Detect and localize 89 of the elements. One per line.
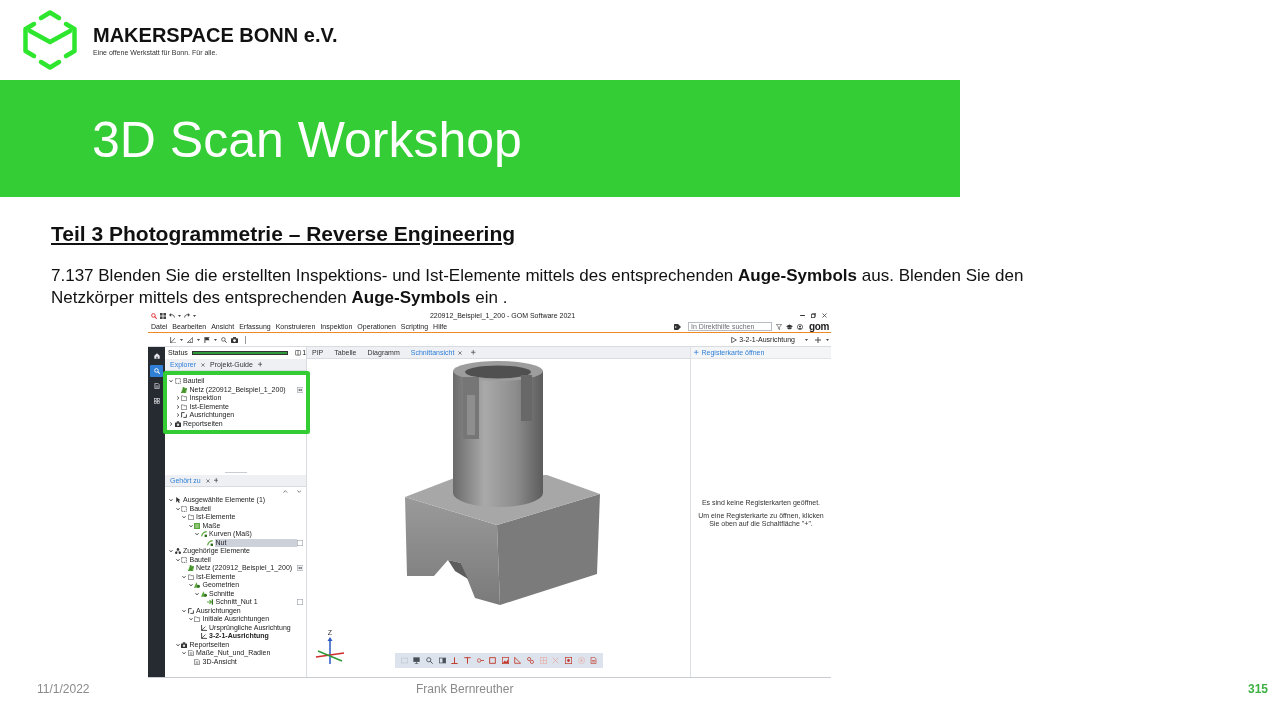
bracket-icon — [181, 412, 187, 419]
eye-icon[interactable] — [296, 565, 303, 572]
chevron-down-icon[interactable] — [188, 583, 193, 588]
caret-down-icon[interactable] — [180, 338, 183, 341]
split-square-icon[interactable] — [438, 657, 446, 664]
plus-icon[interactable] — [815, 336, 821, 343]
add-tab-icon[interactable] — [213, 478, 219, 483]
link-icon[interactable] — [527, 657, 535, 664]
chevron-up-icon[interactable] — [283, 490, 288, 493]
chevron-down-icon[interactable] — [175, 557, 180, 562]
camera-icon — [174, 420, 181, 427]
chevron-right-icon[interactable] — [169, 421, 173, 426]
arrow-icon — [207, 599, 213, 606]
logo-icon — [22, 9, 78, 71]
cursor-icon — [174, 497, 181, 504]
tag-icon[interactable] — [674, 323, 682, 330]
caret-down-icon[interactable] — [214, 338, 217, 341]
visibility-checkbox[interactable] — [297, 599, 303, 606]
chevron-right-icon[interactable] — [175, 413, 180, 418]
panel-icon[interactable] — [294, 350, 301, 356]
caret-down-icon[interactable] — [193, 314, 196, 317]
square-icon[interactable] — [489, 657, 497, 664]
magnifier-icon[interactable] — [221, 336, 227, 343]
caret-down-icon[interactable] — [197, 338, 200, 341]
document-icon[interactable] — [590, 657, 598, 664]
search-icon[interactable] — [151, 312, 157, 319]
page-number: 315 — [1247, 682, 1268, 696]
brand-logo: gom — [809, 321, 829, 332]
author-label: Frank Bernreuther — [416, 682, 515, 696]
alignment-icon — [731, 336, 738, 343]
caret-down-icon[interactable] — [826, 338, 829, 341]
close-icon[interactable] — [458, 350, 463, 355]
dotted-square-icon[interactable] — [564, 657, 572, 664]
section-heading: Teil 3 Photogrammetrie – Reverse Engineering — [51, 222, 516, 246]
pointer-icon[interactable] — [170, 336, 176, 343]
camera-icon — [181, 641, 187, 648]
slide-title: 3D Scan Workshop — [92, 110, 522, 169]
visibility-checkbox[interactable] — [297, 539, 303, 546]
minimize-icon[interactable] — [800, 314, 805, 317]
measure-icon[interactable] — [187, 336, 193, 343]
close-icon[interactable] — [822, 313, 827, 318]
mesh-icon — [187, 565, 194, 572]
axes-icon — [200, 633, 207, 640]
triangle-icon[interactable] — [514, 657, 522, 664]
axis-triad-icon — [315, 637, 345, 664]
perpendicular-icon[interactable] — [451, 657, 459, 664]
ruler-icon — [194, 522, 200, 529]
chevron-right-icon[interactable] — [175, 396, 180, 401]
folder-icon — [187, 514, 194, 521]
chevron-down-icon[interactable] — [296, 490, 301, 493]
folder-icon — [187, 573, 194, 580]
close-icon[interactable] — [201, 362, 206, 367]
camera-icon[interactable] — [231, 336, 238, 343]
grid-icon[interactable] — [153, 398, 160, 404]
restore-icon[interactable] — [811, 313, 816, 318]
tee-icon[interactable] — [463, 657, 471, 664]
caret-down-icon — [805, 338, 808, 341]
redo-icon[interactable] — [184, 313, 190, 318]
caret-down-icon[interactable] — [178, 314, 181, 317]
chevron-down-icon[interactable] — [188, 523, 193, 528]
magnifier-icon[interactable] — [426, 657, 434, 664]
monitor-icon[interactable] — [413, 657, 421, 664]
undo-icon[interactable] — [169, 313, 175, 318]
chevron-down-icon[interactable] — [175, 642, 180, 647]
picture-icon[interactable] — [501, 657, 509, 664]
network-icon — [174, 548, 181, 555]
filter-icon[interactable] — [776, 323, 783, 330]
graduation-cap-icon[interactable] — [786, 323, 794, 330]
chevron-right-icon[interactable] — [175, 404, 180, 409]
chevron-down-icon[interactable] — [188, 617, 193, 622]
search-icon[interactable] — [150, 365, 163, 377]
axes-icon — [200, 624, 207, 631]
brand-name: MAKERSPACE BONN e.V. — [93, 24, 338, 46]
user-icon[interactable] — [797, 323, 804, 330]
eye-icon[interactable] — [296, 386, 303, 393]
instruction-text: 7.137 Blenden Sie die erstellten Inspektions- und Ist-Elemente mittels des entsprechenden Auge-Symbols aus. Blenden Sie den Netzkörper mittels des entsprechenden Auge-Symbols ein . — [51, 265, 1025, 309]
splitter-handle[interactable] — [224, 471, 247, 474]
grid-icon[interactable] — [160, 312, 166, 319]
mesh-icon — [181, 386, 187, 393]
flag-icon[interactable] — [204, 336, 210, 343]
chevron-down-icon[interactable] — [175, 506, 180, 511]
plus-icon — [694, 350, 699, 355]
close-icon[interactable] — [205, 478, 210, 483]
bracket-icon — [187, 607, 194, 614]
folder-icon — [194, 616, 200, 623]
add-tab-icon[interactable] — [471, 350, 476, 355]
add-tab-icon[interactable] — [257, 362, 263, 367]
home-icon[interactable] — [153, 353, 160, 359]
date-label: 11/1/2022 — [37, 682, 91, 696]
